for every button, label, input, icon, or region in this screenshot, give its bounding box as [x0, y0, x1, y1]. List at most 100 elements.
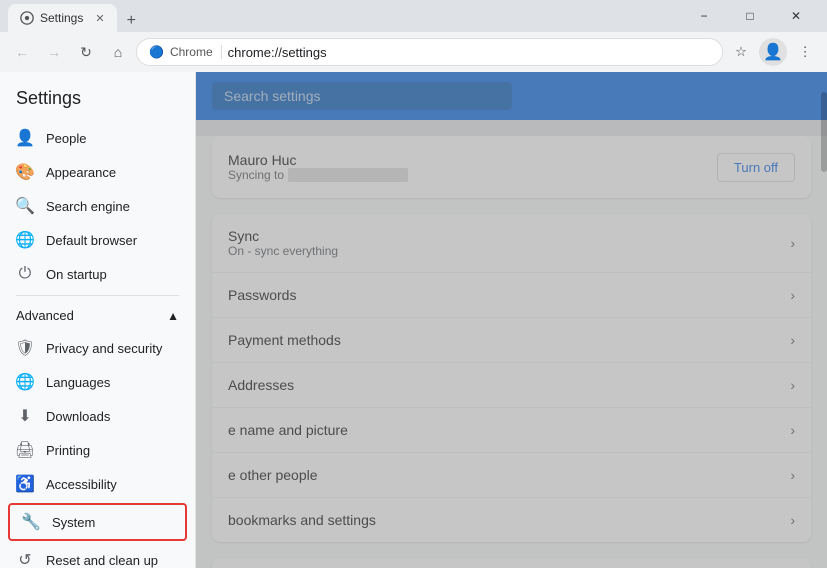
sidebar-item-downloads[interactable]: ⬇ Downloads	[0, 399, 187, 433]
sidebar-item-reset[interactable]: ↺ Reset and clean up	[0, 543, 187, 568]
sidebar-item-people[interactable]: 👤 People	[0, 121, 187, 155]
sidebar-item-appearance[interactable]: 🎨 Appearance	[0, 155, 187, 189]
list-item-name-picture-label: e name and picture	[228, 422, 348, 438]
privacy-icon: 🛡	[16, 339, 34, 357]
bottom-section-partial: ce	[212, 558, 811, 568]
passwords-chevron-icon: ›	[790, 287, 795, 303]
sidebar-label-accessibility: Accessibility	[46, 477, 117, 492]
scrollbar-thumb[interactable]	[821, 92, 827, 172]
list-item-other-people-label: e other people	[228, 467, 318, 483]
profile-avatar[interactable]: 👤	[759, 38, 787, 66]
advanced-section-toggle[interactable]: Advanced ▲	[0, 300, 195, 331]
list-item-passwords[interactable]: Passwords ›	[212, 273, 811, 318]
sidebar-label-downloads: Downloads	[46, 409, 110, 424]
bookmark-button[interactable]: ☆	[727, 38, 755, 66]
maximize-button[interactable]: □	[727, 0, 773, 32]
list-item-payment-label: Payment methods	[228, 332, 341, 348]
list-item-name-picture[interactable]: e name and picture ›	[212, 408, 811, 453]
default-browser-icon: 🌐	[16, 231, 34, 249]
list-item-other-people[interactable]: e other people ›	[212, 453, 811, 498]
sidebar-title: Settings	[0, 80, 195, 121]
sidebar-item-privacy[interactable]: 🛡 Privacy and security	[0, 331, 187, 365]
downloads-icon: ⬇	[16, 407, 34, 425]
payment-chevron-icon: ›	[790, 332, 795, 348]
printing-icon: 🖨	[16, 441, 34, 459]
other-people-chevron-icon: ›	[790, 467, 795, 483]
sidebar-label-privacy: Privacy and security	[46, 341, 162, 356]
address-right-controls: ☆ 👤 ⋮	[727, 38, 819, 66]
advanced-chevron-icon: ▲	[167, 309, 179, 323]
forward-button[interactable]: →	[40, 38, 68, 66]
sidebar: Settings 👤 People 🎨 Appearance 🔍 Search …	[0, 72, 196, 568]
sidebar-item-printing[interactable]: 🖨 Printing	[0, 433, 187, 467]
sidebar-label-languages: Languages	[46, 375, 110, 390]
appearance-icon: 🎨	[16, 163, 34, 181]
sidebar-item-system[interactable]: 🔧 System	[8, 503, 187, 541]
accessibility-icon: ♿	[16, 475, 34, 493]
list-item-addresses[interactable]: Addresses ›	[212, 363, 811, 408]
new-tab-button[interactable]: +	[121, 10, 142, 32]
home-button[interactable]: ⌂	[104, 38, 132, 66]
address-box[interactable]: 🔵 Chrome chrome://settings	[136, 38, 723, 66]
tab-title: Settings	[40, 11, 83, 25]
bookmarks-chevron-icon: ›	[790, 512, 795, 528]
sidebar-label-reset: Reset and clean up	[46, 553, 158, 568]
address-bar: ← → ↻ ⌂ 🔵 Chrome chrome://settings ☆ 👤 ⋮	[0, 32, 827, 72]
sidebar-item-on-startup[interactable]: ⏻ On startup	[0, 257, 187, 291]
sidebar-label-printing: Printing	[46, 443, 90, 458]
content-area: Mauro Huc Syncing to Turn off Sync On - …	[196, 72, 827, 568]
addresses-chevron-icon: ›	[790, 377, 795, 393]
scrollbar-track[interactable]	[821, 72, 827, 568]
search-engine-icon: 🔍	[16, 197, 34, 215]
sidebar-item-default-browser[interactable]: 🌐 Default browser	[0, 223, 187, 257]
sync-user-info: Mauro Huc Syncing to	[228, 152, 408, 182]
sidebar-item-search-engine[interactable]: 🔍 Search engine	[0, 189, 187, 223]
list-item-addresses-label: Addresses	[228, 377, 294, 393]
content-search-bar	[196, 72, 827, 120]
sidebar-label-on-startup: On startup	[46, 267, 107, 282]
search-settings-input[interactable]	[212, 82, 512, 110]
sidebar-divider	[16, 295, 179, 296]
sidebar-label-appearance: Appearance	[46, 165, 116, 180]
back-button[interactable]: ←	[8, 38, 36, 66]
sidebar-label-search-engine: Search engine	[46, 199, 130, 214]
list-item-bookmarks-label: bookmarks and settings	[228, 512, 376, 528]
on-startup-icon: ⏻	[16, 265, 34, 283]
close-button[interactable]: ✕	[773, 0, 819, 32]
sidebar-label-people: People	[46, 131, 86, 146]
tab-close-button[interactable]: ✕	[95, 12, 104, 25]
settings-list: Sync On - sync everything › Passwords › …	[212, 214, 811, 542]
main-layout: Settings 👤 People 🎨 Appearance 🔍 Search …	[0, 72, 827, 568]
menu-button[interactable]: ⋮	[791, 38, 819, 66]
settings-main-content: Mauro Huc Syncing to Turn off Sync On - …	[196, 136, 827, 568]
people-icon: 👤	[16, 129, 34, 147]
list-item-payment[interactable]: Payment methods ›	[212, 318, 811, 363]
languages-icon: 🌐	[16, 373, 34, 391]
list-item-passwords-label: Passwords	[228, 287, 296, 303]
sync-status-label: Syncing to	[228, 168, 284, 182]
sidebar-item-accessibility[interactable]: ♿ Accessibility	[0, 467, 187, 501]
sync-card: Mauro Huc Syncing to Turn off	[212, 136, 811, 198]
reset-icon: ↺	[16, 551, 34, 568]
sync-username: Mauro Huc	[228, 152, 408, 168]
refresh-button[interactable]: ↻	[72, 38, 100, 66]
sync-chevron-icon: ›	[790, 235, 795, 251]
sync-email-blurred	[288, 168, 408, 182]
active-tab[interactable]: Settings ✕	[8, 4, 117, 32]
title-bar: Settings ✕ + − □ ✕	[0, 0, 827, 32]
list-item-bookmarks[interactable]: bookmarks and settings ›	[212, 498, 811, 542]
sync-status: Syncing to	[228, 168, 408, 182]
sidebar-item-languages[interactable]: 🌐 Languages	[0, 365, 187, 399]
list-item-sync-text: Sync On - sync everything	[228, 228, 338, 258]
tab-bar: Settings ✕ +	[8, 0, 142, 32]
list-item-sync[interactable]: Sync On - sync everything ›	[212, 214, 811, 273]
turn-off-sync-button[interactable]: Turn off	[717, 153, 795, 182]
sidebar-label-default-browser: Default browser	[46, 233, 137, 248]
chrome-label: Chrome	[170, 45, 222, 59]
name-picture-chevron-icon: ›	[790, 422, 795, 438]
sidebar-label-system: System	[52, 515, 95, 530]
url-text: chrome://settings	[228, 45, 327, 60]
chrome-lock-icon: 🔵	[149, 45, 164, 59]
settings-tab-icon	[20, 11, 34, 25]
minimize-button[interactable]: −	[681, 0, 727, 32]
